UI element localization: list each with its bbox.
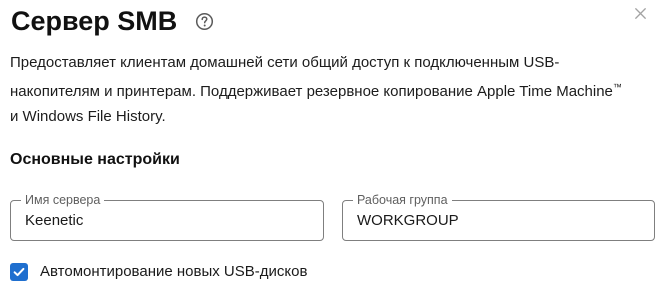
workgroup-field: Рабочая группа bbox=[342, 191, 655, 241]
server-name-field: Имя сервера bbox=[10, 191, 324, 241]
question-circle-icon[interactable] bbox=[195, 12, 214, 31]
description-text: накопителям и принтерам. Поддерживает ре… bbox=[10, 83, 613, 100]
description: Предоставляет клиентам домашней сети общ… bbox=[10, 50, 650, 129]
trademark-symbol: ™ bbox=[612, 82, 622, 92]
automount-checkbox[interactable] bbox=[10, 263, 28, 281]
description-line: накопителям и принтерам. Поддерживает ре… bbox=[10, 75, 650, 104]
page-title: Сервер SMB bbox=[11, 6, 178, 36]
section-title: Основные настройки bbox=[10, 151, 180, 168]
workgroup-label: Рабочая группа bbox=[353, 191, 452, 209]
automount-checkbox-row[interactable]: Автомонтирование новых USB-дисков bbox=[10, 262, 307, 282]
description-line: и Windows File History. bbox=[10, 108, 166, 125]
close-icon[interactable] bbox=[632, 5, 649, 22]
description-line: Предоставляет клиентам домашней сети общ… bbox=[10, 54, 560, 71]
check-icon bbox=[13, 267, 25, 277]
automount-label: Автомонтирование новых USB-дисков bbox=[40, 263, 308, 280]
server-name-label: Имя сервера bbox=[21, 191, 105, 209]
